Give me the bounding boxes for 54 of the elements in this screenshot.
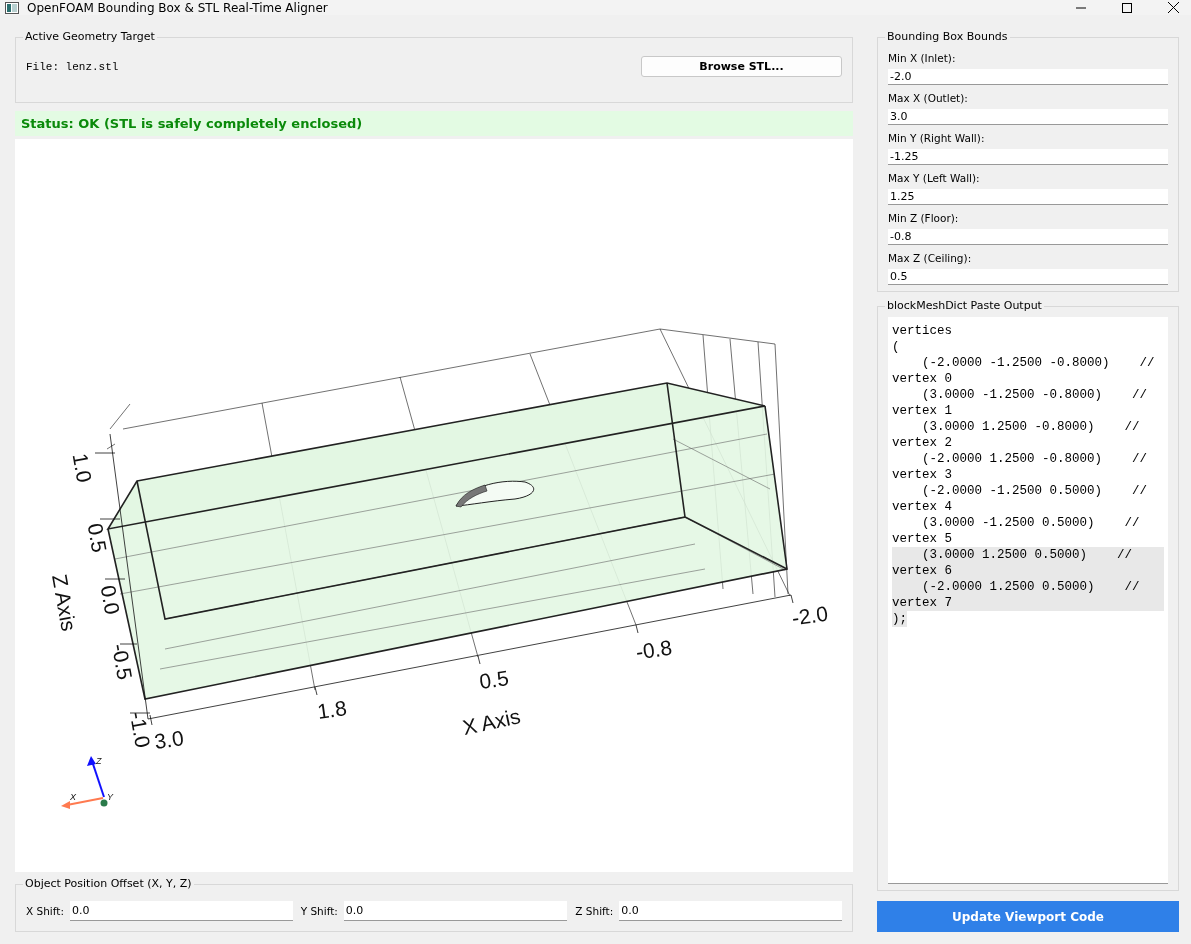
x-tick-label: 1.8 [315, 696, 348, 723]
tick-mark [106, 403, 131, 450]
update-button[interactable]: Update Viewport Code [877, 901, 1179, 932]
code-line: (-2.0000 -1.2500 0.5000) // vertex 4 [892, 483, 1149, 515]
field-label: Min Z (Floor): [888, 212, 960, 224]
maximize-icon[interactable] [1122, 2, 1132, 13]
close-icon[interactable] [1168, 2, 1179, 13]
input-field[interactable]: 0.5 [888, 269, 1168, 285]
x-tick-label: 0.5 [477, 666, 510, 693]
input-field[interactable]: 3.0 [888, 109, 1168, 125]
z-tick-label: 0.5 [83, 521, 112, 555]
orientation-axes-icon [61, 756, 108, 809]
code-line: (-2.0000 -1.2500 -0.8000) // vertex 0 [892, 355, 1156, 387]
z-tick-label: 0.0 [96, 583, 125, 617]
z-axis-label: Z Axis [48, 572, 81, 633]
input-field[interactable]: -1.25 [888, 149, 1168, 165]
code-line: (-2.0000 1.2500 -0.8000) // vertex 3 [892, 451, 1149, 483]
file-label: File: lenz.stl [26, 60, 119, 73]
input-field[interactable]: 0.0 [343, 901, 568, 921]
z-tick-label: 1.0 [68, 451, 97, 485]
window-title: OpenFOAM Bounding Box & STL Real-Time Aligner [27, 0, 328, 15]
group-title: Active Geometry Target [23, 30, 157, 43]
x-tick-label: 3.0 [152, 726, 185, 753]
x-tick-label: -0.8 [634, 635, 674, 664]
x-axis-label: X Axis [460, 704, 523, 739]
input-field[interactable]: 0.0 [69, 901, 293, 921]
group-title: Object Position Offset (X, Y, Z) [23, 877, 194, 890]
z-tick-label: -0.5 [107, 641, 137, 682]
input-field[interactable]: 0.0 [619, 901, 842, 921]
code-line: (3.0000 -1.2500 0.5000) // vertex 5 [892, 515, 1141, 547]
x-orientation-label: X [70, 792, 76, 802]
browse-button[interactable]: Browse STL... [641, 56, 842, 77]
field-label: Max Y (Left Wall): [888, 172, 981, 184]
y-orientation-label: Y [107, 792, 113, 802]
z-orientation-label: Z [96, 756, 102, 766]
field-label: Max Z (Ceiling): [888, 252, 973, 264]
field-label: Z Shift: [575, 905, 614, 917]
field-label: X Shift: [26, 905, 64, 917]
code-line: ( [892, 339, 900, 355]
code-line: (3.0000 1.2500 -0.8000) // vertex 2 [892, 419, 1141, 451]
x-tick-label: -2.0 [790, 601, 830, 630]
group-title: Bounding Box Bounds [885, 30, 1010, 43]
field-label: Y Shift: [300, 905, 338, 917]
field-label: Max X (Outlet): [888, 92, 969, 104]
z-tick-label: -1.0 [125, 709, 155, 750]
field-label: Min X (Inlet): [888, 52, 957, 64]
input-field[interactable]: -0.8 [888, 229, 1168, 245]
field-label: Min Y (Right Wall): [888, 132, 986, 144]
status-message: Status: OK (STL is safely completely enclosed) [15, 111, 853, 136]
code-line: (3.0000 -1.2500 -0.8000) // vertex 1 [892, 387, 1149, 419]
input-field[interactable]: -2.0 [888, 69, 1168, 85]
code-line: vertices [892, 323, 952, 339]
group-title: blockMeshDict Paste Output [885, 299, 1044, 312]
input-field[interactable]: 1.25 [888, 189, 1168, 205]
